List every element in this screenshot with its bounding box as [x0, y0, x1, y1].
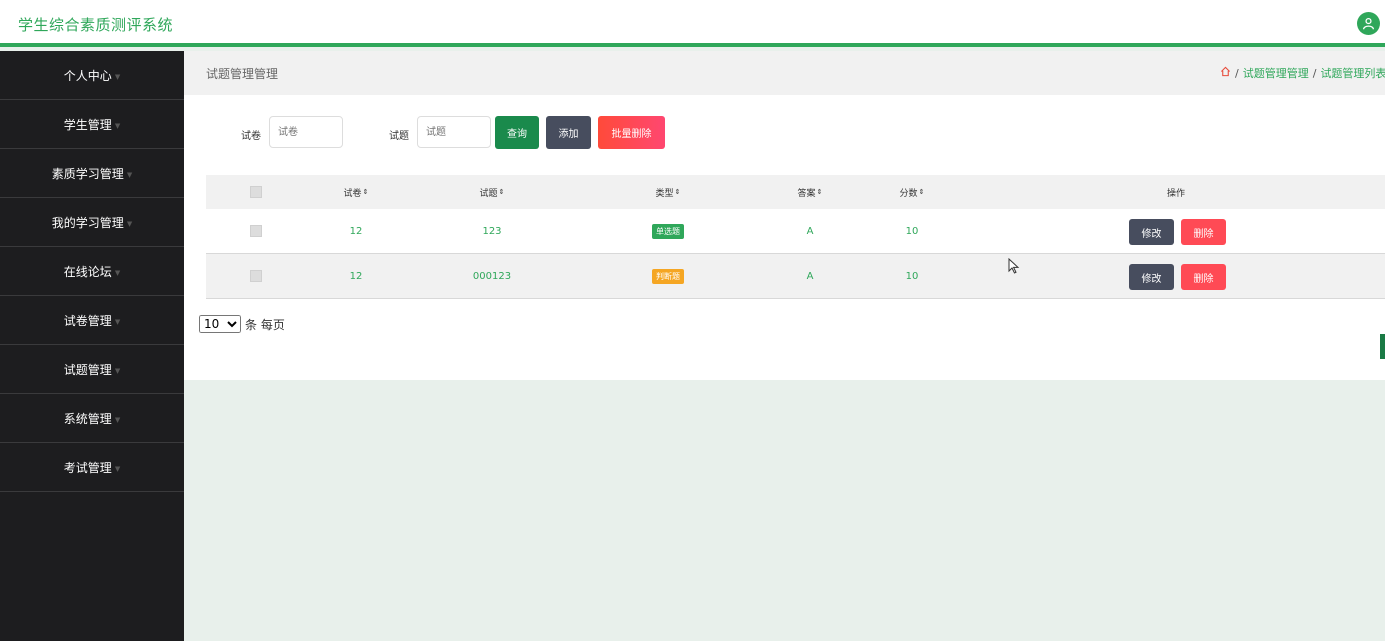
- sidebar-item-label: 素质学习管理: [51, 166, 124, 181]
- question-label: 试题: [389, 131, 409, 142]
- chevron-down-icon: ▼: [114, 367, 121, 375]
- chevron-down-icon: ▼: [114, 269, 121, 277]
- row-checkbox[interactable]: [228, 254, 284, 298]
- home-icon[interactable]: [1220, 66, 1231, 80]
- pagination: 10 条 每页: [199, 315, 285, 333]
- row-checkbox[interactable]: [228, 209, 284, 253]
- sidebar-item-label: 在线论坛: [63, 264, 112, 279]
- sidebar-item-papers[interactable]: 试卷管理 ▼: [0, 296, 184, 345]
- page-size-select[interactable]: 10: [199, 315, 241, 333]
- sidebar-item-quality-learning[interactable]: 素质学习管理 ▼: [0, 149, 184, 198]
- delete-button[interactable]: 删除: [1181, 219, 1226, 245]
- table-header: 试卷 ⇕ 试题 ⇕ 类型 ⇕ 答案 ⇕ 分数 ⇕ 操作: [206, 175, 1385, 209]
- edit-button[interactable]: 修改: [1129, 219, 1174, 245]
- cell-answer: A: [806, 270, 814, 282]
- chevron-down-icon: ▼: [114, 465, 121, 473]
- cell-score: 10: [905, 270, 919, 282]
- col-paper[interactable]: 试卷 ⇕: [326, 175, 386, 209]
- chevron-down-icon: ▼: [114, 122, 121, 130]
- cell-type: 判断题: [638, 254, 698, 298]
- app-title: 学生综合素质测评系统: [18, 16, 174, 34]
- chevron-down-icon: ▼: [114, 73, 121, 81]
- col-type[interactable]: 类型 ⇕: [638, 175, 698, 209]
- page-size-suffix: 条 每页: [245, 317, 285, 332]
- col-actions: 操作: [1166, 188, 1185, 199]
- chevron-down-icon: ▼: [114, 416, 121, 424]
- sidebar-item-label: 系统管理: [63, 411, 112, 426]
- paper-search-input[interactable]: [269, 116, 343, 148]
- add-button[interactable]: 添加: [546, 116, 591, 149]
- delete-button[interactable]: 删除: [1181, 264, 1226, 290]
- chevron-down-icon: ▼: [126, 171, 133, 179]
- questions-table: 试卷 ⇕ 试题 ⇕ 类型 ⇕ 答案 ⇕ 分数 ⇕ 操作 12 123 单选题 A 10 修…: [206, 175, 1385, 299]
- breadcrumb-bar: 试题管理管理 / 试题管理管理 / 试题管理列表: [184, 51, 1385, 95]
- chevron-down-icon: ▼: [126, 220, 133, 228]
- sidebar-item-label: 试卷管理: [63, 313, 112, 328]
- cell-type: 单选题: [638, 209, 698, 253]
- sort-icon: ⇕: [362, 188, 369, 196]
- cell-paper: 12: [349, 225, 363, 237]
- question-search-input[interactable]: [417, 116, 491, 148]
- sidebar-item-my-learning[interactable]: 我的学习管理 ▼: [0, 198, 184, 247]
- sidebar-item-forum[interactable]: 在线论坛 ▼: [0, 247, 184, 296]
- col-question[interactable]: 试题 ⇕: [462, 175, 522, 209]
- cell-question: 000123: [472, 270, 512, 282]
- table-row: 12 123 单选题 A 10 修改 删除: [206, 209, 1385, 254]
- sort-icon: ⇕: [498, 188, 505, 196]
- sidebar-item-exams[interactable]: 考试管理 ▼: [0, 443, 184, 492]
- cell-answer: A: [806, 225, 814, 237]
- query-button[interactable]: 查询: [495, 116, 539, 149]
- cell-score: 10: [905, 225, 919, 237]
- sidebar-item-system[interactable]: 系统管理 ▼: [0, 394, 184, 443]
- breadcrumb-separator: /: [1312, 66, 1317, 80]
- scroll-handle[interactable]: [1380, 334, 1385, 359]
- col-score[interactable]: 分数 ⇕: [882, 175, 942, 209]
- type-badge: 判断题: [652, 268, 684, 284]
- col-answer[interactable]: 答案 ⇕: [780, 175, 840, 209]
- sidebar-item-label: 考试管理: [63, 460, 112, 475]
- sidebar-item-questions[interactable]: 试题管理 ▼: [0, 345, 184, 394]
- breadcrumb: / 试题管理管理 / 试题管理列表: [1220, 65, 1385, 81]
- page-title: 试题管理管理: [206, 67, 279, 81]
- select-all-checkbox[interactable]: [228, 175, 284, 209]
- sort-icon: ⇕: [918, 188, 925, 196]
- type-badge: 单选题: [652, 223, 684, 239]
- sidebar: 个人中心 ▼ 学生管理 ▼ 素质学习管理 ▼ 我的学习管理 ▼ 在线论坛 ▼ 试卷管理 ▼ …: [0, 51, 184, 641]
- sidebar-item-personal-center[interactable]: 个人中心 ▼: [0, 51, 184, 100]
- batch-delete-button[interactable]: 批量删除: [598, 116, 665, 149]
- top-header: 学生综合素质测评系统: [0, 0, 1385, 47]
- paper-label: 试卷: [241, 131, 261, 142]
- sidebar-item-label: 学生管理: [63, 117, 112, 132]
- user-avatar-icon[interactable]: [1357, 12, 1380, 35]
- breadcrumb-separator: /: [1235, 66, 1239, 80]
- table-row: 12 000123 判断题 A 10 修改 删除: [206, 254, 1385, 299]
- mouse-cursor-icon: [1008, 257, 1020, 278]
- sidebar-item-label: 我的学习管理: [51, 215, 124, 230]
- sidebar-item-label: 个人中心: [63, 68, 112, 83]
- breadcrumb-item[interactable]: 试题管理管理: [1243, 65, 1309, 81]
- sidebar-item-label: 试题管理: [63, 362, 112, 377]
- cell-paper: 12: [349, 270, 363, 282]
- sort-icon: ⇕: [674, 188, 681, 196]
- breadcrumb-item[interactable]: 试题管理列表: [1320, 65, 1385, 81]
- edit-button[interactable]: 修改: [1129, 264, 1174, 290]
- sidebar-item-students[interactable]: 学生管理 ▼: [0, 100, 184, 149]
- sort-icon: ⇕: [816, 188, 823, 196]
- chevron-down-icon: ▼: [114, 318, 121, 326]
- cell-question: 123: [482, 225, 502, 237]
- main-panel: 试卷 试题 查询 添加 批量删除 试卷⇕ 试题⇕ 类型⇕ 答案⇕ 分数⇕ 操作 …: [184, 95, 1385, 380]
